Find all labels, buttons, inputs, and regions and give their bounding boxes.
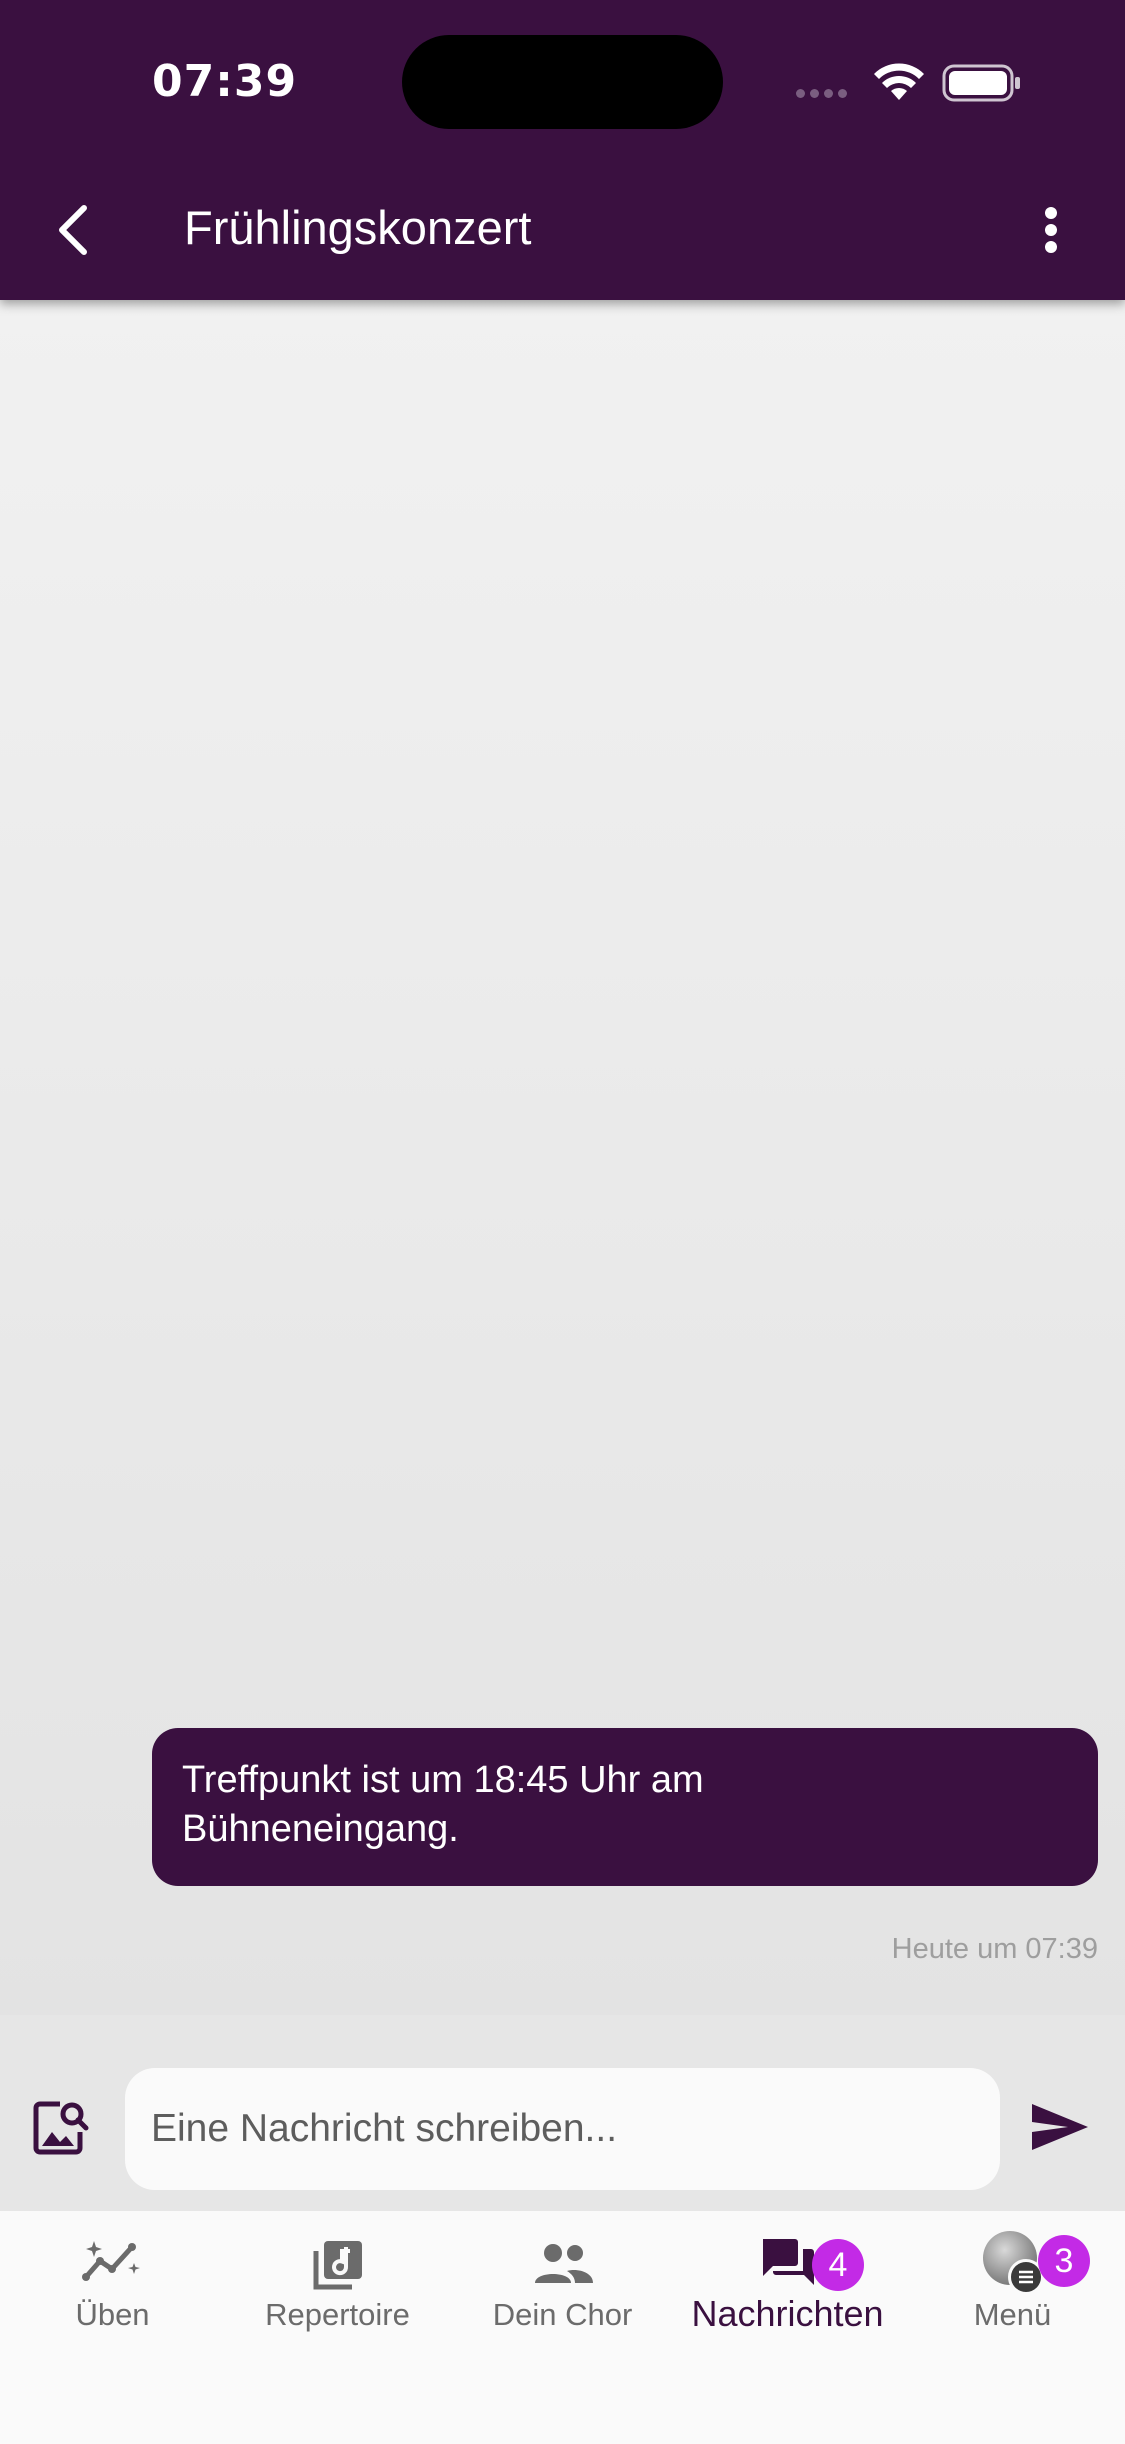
message-timestamp: Heute um 07:39 <box>891 1933 1098 1965</box>
chevron-left-icon <box>59 205 87 255</box>
music-library-icon <box>313 2241 362 2290</box>
nav-label: Nachrichten <box>691 2293 884 2334</box>
nav-item-repertoire[interactable]: Repertoire <box>245 2225 430 2345</box>
more-vertical-icon <box>1045 207 1057 219</box>
attach-image-button[interactable] <box>30 2098 94 2162</box>
page-title: Frühlingskonzert <box>184 201 532 254</box>
nav-item-menue[interactable]: 3 Menü <box>940 2225 1090 2345</box>
back-button[interactable] <box>40 190 104 270</box>
nav-label: Üben <box>75 2297 150 2332</box>
nav-label: Repertoire <box>265 2297 410 2332</box>
nachrichten-badge: 4 <box>812 2239 864 2291</box>
wifi-icon <box>874 63 924 100</box>
image-search-icon <box>33 2101 89 2155</box>
message-text-line: Treffpunkt ist um 18:45 Uhr am <box>182 1759 704 1801</box>
nav-item-dein-chor[interactable]: Dein Chor <box>480 2225 645 2345</box>
group-icon <box>534 2244 593 2283</box>
app-header: 07:39 Frühlingskonzert <box>0 0 1125 300</box>
message-input[interactable] <box>125 2068 1000 2190</box>
battery-icon <box>942 64 1020 102</box>
nav-item-ueben[interactable]: Üben <box>40 2225 185 2345</box>
send-button[interactable] <box>1030 2100 1096 2160</box>
chat-icon <box>762 2239 814 2285</box>
message-text-line: Bühneneingang. <box>182 1808 459 1850</box>
nav-item-nachrichten[interactable]: 4 Nachrichten <box>680 2225 895 2345</box>
dynamic-island <box>402 35 723 129</box>
more-options-button[interactable] <box>1030 195 1072 265</box>
send-icon <box>1032 2104 1088 2150</box>
menu-badge: 3 <box>1038 2235 1090 2287</box>
message-bubble-outgoing[interactable]: Treffpunkt ist um 18:45 Uhr am Bühnenein… <box>152 1728 1098 1886</box>
status-time: 07:39 <box>152 56 298 107</box>
nav-label: Menü <box>973 2297 1052 2332</box>
nav-label: Dein Chor <box>492 2297 633 2332</box>
practice-chart-icon <box>81 2241 140 2281</box>
